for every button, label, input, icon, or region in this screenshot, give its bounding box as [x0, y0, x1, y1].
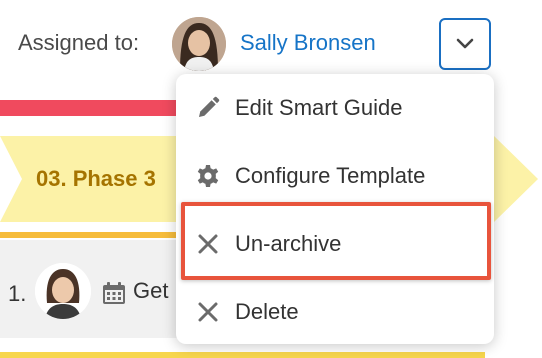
- assigned-to-label: Assigned to:: [18, 30, 140, 55]
- chevron-down-icon: [456, 38, 474, 49]
- task-title-text: Get: [133, 278, 169, 303]
- options-dropdown-button[interactable]: [439, 18, 491, 70]
- phase-label: 03. Phase 3: [36, 166, 156, 191]
- menu-item-label: Configure Template: [235, 163, 426, 188]
- menu-item-un-archive[interactable]: Un-archive: [176, 210, 494, 278]
- task-assignee-avatar[interactable]: [35, 263, 91, 319]
- menu-item-label: Delete: [235, 299, 299, 324]
- menu-item-delete[interactable]: Delete: [176, 278, 494, 346]
- menu-item-edit-smart-guide[interactable]: Edit Smart Guide: [176, 74, 494, 142]
- menu-item-configure-template[interactable]: Configure Template: [176, 142, 494, 210]
- pencil-icon: [199, 96, 220, 117]
- calendar-icon: [103, 282, 125, 304]
- gear-icon: [197, 165, 219, 187]
- assignee-avatar[interactable]: [172, 17, 226, 71]
- task-row[interactable]: [0, 240, 200, 338]
- options-dropdown-menu: Edit Smart Guide Configure Template Un-a…: [176, 74, 494, 344]
- menu-item-label: Un-archive: [235, 231, 342, 256]
- phase-banner-notch: [0, 136, 22, 222]
- menu-item-label: Edit Smart Guide: [235, 95, 403, 120]
- assignee-name-link[interactable]: Sally Bronsen: [240, 30, 376, 56]
- phase-progress-bar: [0, 232, 200, 238]
- close-icon: [198, 302, 218, 322]
- task-number: 1.: [8, 281, 27, 306]
- status-bar-red: [0, 100, 185, 116]
- close-icon: [198, 234, 218, 254]
- section-divider-bar: [0, 352, 485, 358]
